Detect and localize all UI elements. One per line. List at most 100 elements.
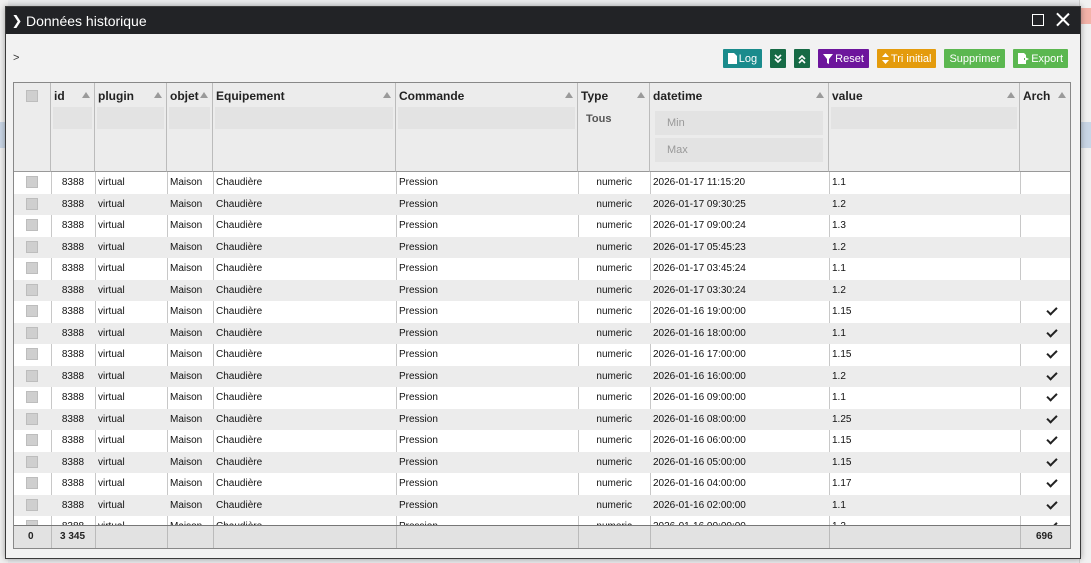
cell-type: numeric: [596, 198, 632, 210]
filter-value-input[interactable]: [831, 107, 1017, 129]
cell-id: 8388: [61, 413, 85, 425]
cell-commande: Pression: [399, 263, 438, 274]
filter-objet-input[interactable]: [169, 107, 210, 129]
table-row[interactable]: 8388 virtual Maison Chaudière Pression numeri…: [14, 387, 1070, 409]
row-checkbox[interactable]: [26, 240, 38, 253]
table-footer: 0 3 345 696: [14, 525, 1070, 548]
cell-type: numeric: [596, 241, 632, 253]
row-checkbox[interactable]: [26, 197, 38, 210]
row-checkbox[interactable]: [26, 348, 38, 360]
reset-button[interactable]: Reset: [818, 49, 869, 68]
header-plugin[interactable]: plugin: [95, 83, 167, 172]
sort-icon[interactable]: [154, 92, 162, 98]
table-row[interactable]: 8388 virtual Maison Chaudière Pression numeri…: [14, 279, 1070, 301]
supprimer-button[interactable]: Supprimer: [944, 49, 1006, 68]
header-equipement[interactable]: Equipement: [213, 83, 396, 172]
table-row[interactable]: 8388 virtual Maison Chaudière Pression numeri…: [14, 365, 1070, 387]
header-objet[interactable]: objet: [167, 83, 213, 172]
scroll-down-button[interactable]: [770, 49, 787, 68]
row-checkbox[interactable]: [26, 434, 38, 446]
header-value-label: value: [832, 89, 863, 103]
type-filter-select[interactable]: Tous: [586, 113, 611, 125]
table-row[interactable]: 8388 virtual Maison Chaudière Pression numeri…: [14, 344, 1070, 366]
header-datetime[interactable]: datetime Min Max: [650, 83, 829, 172]
table-row[interactable]: 8388 virtual Maison Chaudière Pression numeri…: [14, 494, 1070, 516]
export-button-label: Export: [1031, 52, 1063, 65]
reset-button-label: Reset: [835, 52, 864, 65]
header-commande[interactable]: Commande: [396, 83, 578, 172]
row-checkbox[interactable]: [26, 412, 38, 425]
header-arch[interactable]: Arch: [1020, 83, 1070, 172]
table-row[interactable]: 8388 virtual Maison Chaudière Pression numeri…: [14, 193, 1070, 215]
sort-icon[interactable]: [200, 92, 208, 98]
cell-type: numeric: [596, 413, 632, 425]
sort-icon[interactable]: [637, 92, 645, 98]
footer-id-count: 3 345: [60, 531, 86, 542]
sort-icon[interactable]: [1007, 92, 1015, 98]
header-objet-label: objet: [170, 89, 199, 103]
sort-icon[interactable]: [1058, 92, 1066, 98]
table-row[interactable]: 8388 virtual Maison Chaudière Pression numeri…: [14, 215, 1070, 237]
header-id[interactable]: id: [51, 83, 95, 172]
cell-objet: Maison: [170, 177, 203, 188]
row-checkbox[interactable]: [26, 283, 38, 296]
row-checkbox[interactable]: [26, 219, 38, 231]
row-checkbox[interactable]: [26, 326, 38, 339]
datetime-max-input[interactable]: Max: [655, 138, 823, 162]
row-checkbox[interactable]: [26, 305, 38, 317]
row-checkbox[interactable]: [26, 176, 38, 188]
tri-initial-button[interactable]: Tri initial: [876, 49, 937, 68]
filter-plugin-input[interactable]: [97, 107, 164, 129]
table-row[interactable]: 8388 virtual Maison Chaudière Pression numeri…: [14, 430, 1070, 452]
cell-equipement: Chaudière: [216, 478, 263, 489]
filter-id-input[interactable]: [53, 107, 92, 129]
cell-equipement: Chaudière: [216, 392, 263, 403]
cell-plugin: virtual: [98, 306, 125, 317]
cell-value: 1.2: [832, 370, 846, 382]
cell-plugin: virtual: [98, 349, 125, 360]
sort-icon[interactable]: [565, 92, 573, 98]
sort-icon[interactable]: [383, 92, 391, 98]
table-row[interactable]: 8388 virtual Maison Chaudière Pression numeri…: [14, 236, 1070, 258]
cell-commande: Pression: [399, 349, 438, 360]
row-checkbox[interactable]: [26, 477, 38, 489]
close-icon[interactable]: [1056, 12, 1070, 26]
filter-equipement-input[interactable]: [215, 107, 393, 129]
supprimer-button-label: Supprimer: [949, 52, 1001, 65]
table-row[interactable]: 8388 virtual Maison Chaudière Pression numeri…: [14, 301, 1070, 323]
cell-datetime: 2026-01-16 16:00:00: [653, 370, 746, 382]
cell-plugin: virtual: [98, 392, 125, 403]
cell-value: 1.1: [832, 327, 846, 339]
select-all-checkbox[interactable]: [26, 90, 38, 102]
cell-type: numeric: [596, 306, 632, 317]
scroll-up-button[interactable]: [794, 49, 811, 68]
table-row[interactable]: 8388 virtual Maison Chaudière Pression numeri…: [14, 172, 1070, 194]
cell-equipement: Chaudière: [216, 284, 263, 296]
header-value[interactable]: value: [829, 83, 1020, 172]
sort-icon[interactable]: [816, 92, 824, 98]
table-row[interactable]: 8388 virtual Maison Chaudière Pression numeri…: [14, 322, 1070, 344]
export-icon: [1018, 53, 1030, 64]
cell-plugin: virtual: [98, 413, 125, 425]
row-checkbox[interactable]: [26, 262, 38, 274]
log-button[interactable]: Log: [722, 49, 763, 68]
table-row[interactable]: 8388 virtual Maison Chaudière Pression numeri…: [14, 451, 1070, 473]
header-type[interactable]: Type Tous: [578, 83, 650, 172]
cell-plugin: virtual: [98, 284, 125, 296]
dialog-titlebar[interactable]: ❯ Données historique: [6, 7, 1080, 34]
table-row[interactable]: 8388 virtual Maison Chaudière Pression numeri…: [14, 408, 1070, 430]
sort-icon[interactable]: [82, 92, 90, 98]
datetime-min-input[interactable]: Min: [655, 111, 823, 135]
row-checkbox[interactable]: [26, 369, 38, 382]
maximize-icon[interactable]: [1032, 14, 1044, 26]
row-checkbox[interactable]: [26, 391, 38, 403]
table-row[interactable]: 8388 virtual Maison Chaudière Pression numeri…: [14, 258, 1070, 280]
row-checkbox[interactable]: [26, 455, 38, 468]
file-icon: [727, 53, 737, 64]
cell-datetime: 2026-01-16 04:00:00: [653, 478, 746, 489]
table-row[interactable]: 8388 virtual Maison Chaudière Pression numeri…: [14, 473, 1070, 495]
filter-commande-input[interactable]: [398, 107, 575, 129]
export-button[interactable]: Export: [1013, 49, 1068, 68]
history-table: id plugin objet Equipement Commande Type…: [13, 82, 1071, 549]
row-checkbox[interactable]: [26, 498, 38, 511]
